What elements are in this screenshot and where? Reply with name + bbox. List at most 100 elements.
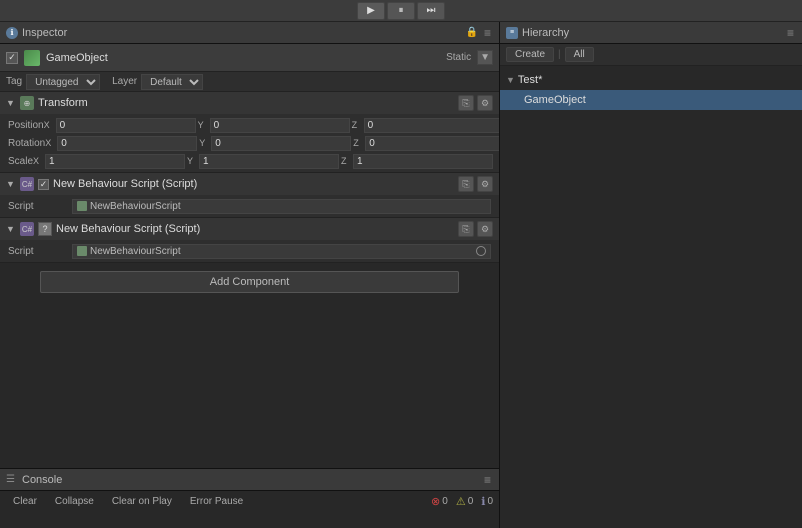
inspector-tab[interactable]: ℹ Inspector 🔒 ≡ — [0, 22, 499, 44]
script2-active-checkbox[interactable]: ? — [38, 222, 52, 236]
transform-arrow-icon: ▼ — [6, 98, 16, 108]
position-x-label: X — [44, 120, 54, 130]
position-z-label: Z — [352, 120, 362, 130]
warn-count: 0 — [468, 496, 474, 507]
rotation-label: Rotation — [8, 138, 45, 149]
transform-name: Transform — [38, 97, 454, 109]
hierarchy-body: ▼ Test* GameObject — [500, 66, 802, 528]
rotation-x-input[interactable] — [57, 136, 197, 151]
inspector-icon: ℹ — [6, 27, 18, 39]
tag-dropdown[interactable]: Untagged — [26, 74, 100, 90]
console-clear-button[interactable]: Clear — [6, 494, 44, 509]
transform-body: Position X Y — [0, 114, 499, 172]
script2-menu-button[interactable]: ⚙ — [477, 221, 493, 237]
rotation-y-label: Y — [199, 138, 209, 148]
script1-script-name: NewBehaviourScript — [90, 201, 181, 212]
inspector-menu-button[interactable]: ≡ — [482, 26, 493, 40]
scene-name: Test* — [518, 74, 542, 86]
rotation-y-input[interactable] — [211, 136, 351, 151]
scale-x-input[interactable] — [45, 154, 185, 169]
script2-copy-button[interactable]: ⎘ — [458, 221, 474, 237]
hierarchy-menu-button[interactable]: ≡ — [785, 26, 796, 40]
script1-section: ▼ C# ✓ New Behaviour Script (Script) ⎘ ⚙… — [0, 173, 499, 218]
layer-label: Layer — [112, 76, 137, 87]
console-panel: ☰ Console ≡ Clear Collapse Clear on Play… — [0, 468, 499, 528]
transform-section: ▼ ⊕ Transform ⎘ ⚙ Position — [0, 92, 499, 173]
script1-menu-button[interactable]: ⚙ — [477, 176, 493, 192]
script2-field[interactable]: NewBehaviourScript — [72, 244, 491, 259]
position-y-field: Y — [198, 118, 350, 133]
play-button[interactable]: ▶ — [357, 2, 385, 20]
console-icon: ☰ — [6, 474, 18, 486]
scale-y-label: Y — [187, 156, 197, 166]
hierarchy-scene-item[interactable]: ▼ Test* — [500, 70, 802, 90]
error-count: 0 — [442, 496, 448, 507]
pause-button[interactable]: ⏸ — [387, 2, 415, 20]
script1-label: Script — [8, 201, 68, 212]
transform-icon: ⊕ — [20, 96, 34, 110]
inspector-tab-label: Inspector — [22, 27, 67, 39]
script2-file-icon — [77, 246, 87, 256]
hierarchy-toolbar: Create | All — [500, 44, 802, 66]
rotation-z-input[interactable] — [365, 136, 499, 151]
script2-name: New Behaviour Script (Script) — [56, 223, 454, 235]
toolbar: ▶ ⏸ ⏭ — [0, 0, 802, 22]
error-count-item: ⊗ 0 — [431, 495, 448, 508]
hierarchy-gameobject-item[interactable]: GameObject — [500, 90, 802, 110]
right-panel: ≡ Hierarchy ≡ Create | All ▼ Test* GameO… — [500, 22, 802, 528]
warning-icon: ⚠ — [456, 495, 466, 508]
rotation-x-field: X — [45, 136, 197, 151]
left-panel: ℹ Inspector 🔒 ≡ ✓ GameObject Static ▼ Ta… — [0, 22, 500, 528]
gameobject-name[interactable]: GameObject — [46, 52, 440, 64]
script2-body: Script NewBehaviourScript — [0, 240, 499, 262]
lock-icon[interactable]: 🔒 — [466, 27, 478, 39]
transform-actions: ⎘ ⚙ — [458, 95, 493, 111]
scale-x-field: X — [33, 154, 185, 169]
script2-header[interactable]: ▼ C# ? New Behaviour Script (Script) ⎘ ⚙ — [0, 218, 499, 240]
console-error-pause-button[interactable]: Error Pause — [183, 494, 250, 509]
scale-y-input[interactable] — [199, 154, 339, 169]
console-tab-label: Console — [22, 474, 62, 486]
console-menu-button[interactable]: ≡ — [482, 473, 493, 487]
scale-x-label: X — [33, 156, 43, 166]
position-x-input[interactable] — [56, 118, 196, 133]
script1-name: New Behaviour Script (Script) — [53, 178, 454, 190]
console-tab[interactable]: ☰ Console ≡ — [0, 469, 499, 491]
script1-row: Script NewBehaviourScript — [8, 197, 491, 215]
script2-row: Script NewBehaviourScript — [8, 242, 491, 260]
position-z-field: Z — [352, 118, 499, 133]
rotation-x-label: X — [45, 138, 55, 148]
hierarchy-all-button[interactable]: All — [565, 47, 594, 62]
console-clear-on-play-button[interactable]: Clear on Play — [105, 494, 179, 509]
transform-copy-button[interactable]: ⎘ — [458, 95, 474, 111]
script1-field[interactable]: NewBehaviourScript — [72, 199, 491, 214]
script1-body: Script NewBehaviourScript — [0, 195, 499, 217]
scene-arrow-icon: ▼ — [506, 75, 515, 85]
hierarchy-icon: ≡ — [506, 27, 518, 39]
position-row: Position X Y — [0, 116, 499, 134]
transform-header[interactable]: ▼ ⊕ Transform ⎘ ⚙ — [0, 92, 499, 114]
script2-label: Script — [8, 246, 68, 257]
tag-layer-row: Tag Untagged Layer Default — [0, 72, 499, 92]
add-component-button[interactable]: Add Component — [40, 271, 459, 293]
script1-header[interactable]: ▼ C# ✓ New Behaviour Script (Script) ⎘ ⚙ — [0, 173, 499, 195]
position-z-input[interactable] — [364, 118, 499, 133]
script1-copy-button[interactable]: ⎘ — [458, 176, 474, 192]
scale-row: Scale X Y — [0, 152, 499, 170]
scale-z-input[interactable] — [353, 154, 493, 169]
hierarchy-create-button[interactable]: Create — [506, 47, 554, 62]
console-collapse-button[interactable]: Collapse — [48, 494, 101, 509]
info-icon: ℹ — [481, 495, 485, 508]
script1-active-checkbox[interactable]: ✓ — [38, 179, 49, 190]
static-dropdown[interactable]: ▼ — [477, 50, 493, 65]
script2-actions: ⎘ ⚙ — [458, 221, 493, 237]
hierarchy-tab[interactable]: ≡ Hierarchy ≡ — [500, 22, 802, 44]
gameobject-active-checkbox[interactable]: ✓ — [6, 52, 18, 64]
inspector-body: ✓ GameObject Static ▼ Tag Untagged Layer… — [0, 44, 499, 468]
layer-dropdown[interactable]: Default — [141, 74, 203, 90]
transform-menu-button[interactable]: ⚙ — [477, 95, 493, 111]
step-button[interactable]: ⏭ — [417, 2, 445, 20]
script1-file-icon — [77, 201, 87, 211]
position-y-input[interactable] — [210, 118, 350, 133]
rotation-row: Rotation X Y — [0, 134, 499, 152]
